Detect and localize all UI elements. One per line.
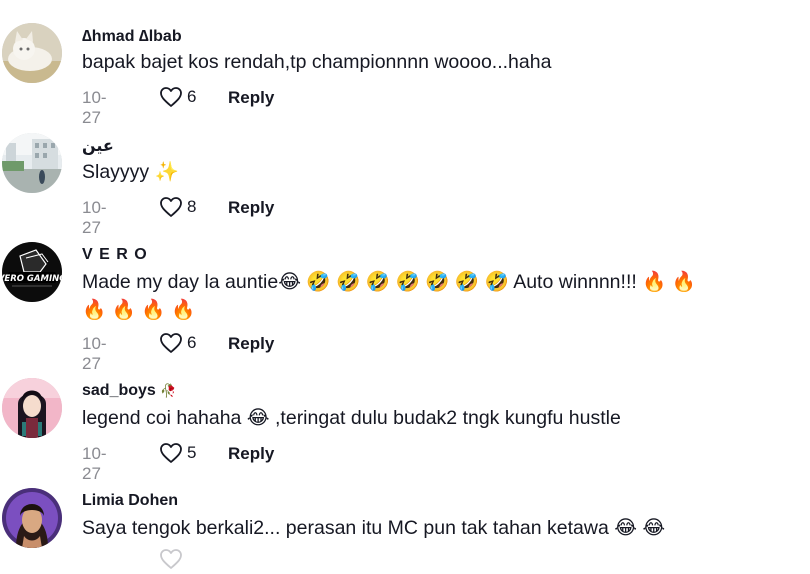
comment-date: 10-27 <box>82 334 107 373</box>
username-text[interactable]: عين <box>82 138 114 155</box>
heart-icon[interactable] <box>159 86 183 108</box>
heart-icon[interactable] <box>159 332 183 354</box>
white-cat-avatar-icon <box>2 23 62 83</box>
reply-button[interactable]: Reply <box>228 334 274 354</box>
avatar-logo-text: VERO GAMING <box>2 274 62 284</box>
avatar[interactable] <box>2 378 62 438</box>
comment-date: 10-27 <box>82 88 107 127</box>
reply-button[interactable]: Reply <box>228 198 274 218</box>
comment-text: Saya tengok berkali2... perasan itu MC p… <box>82 517 666 539</box>
like-count: 8 <box>187 197 197 216</box>
anime-character-avatar-icon <box>2 378 62 438</box>
like-count: 6 <box>187 87 197 106</box>
avatar[interactable] <box>2 488 62 548</box>
heart-icon[interactable] <box>159 548 183 570</box>
comment-text: bapak bajet kos rendah,tp championnnn wo… <box>82 51 552 73</box>
username-text[interactable]: V E R O <box>82 246 148 263</box>
like-count: 6 <box>187 333 197 352</box>
username-text[interactable]: ∆hmad ∆lbab <box>82 28 182 45</box>
username[interactable]: ∆hmad ∆lbab <box>82 28 182 46</box>
username-text[interactable]: sad_boys <box>82 382 156 399</box>
avatar[interactable] <box>2 23 62 83</box>
comment-text: legend coi hahaha 😂 ,teringat dulu budak… <box>82 407 621 429</box>
vero-gaming-logo-avatar-icon: VERO GAMING <box>2 242 62 302</box>
comment-date: 10-27 <box>82 444 107 483</box>
portrait-avatar-icon <box>2 488 62 548</box>
comment-text-continued: 🔥 🔥 🔥 🔥 <box>82 299 196 321</box>
username[interactable]: sad_boys 🥀 <box>82 382 176 400</box>
comment-text: Slayyyy ✨ <box>82 161 179 183</box>
comment-date: 10-27 <box>82 198 107 237</box>
reply-button[interactable]: Reply <box>228 88 274 108</box>
comment-text: Made my day la auntie😂 🤣 🤣 🤣 🤣 🤣 🤣 🤣 Aut… <box>82 271 697 293</box>
username[interactable]: Limia Dohen <box>82 492 178 510</box>
reply-button[interactable]: Reply <box>228 444 274 464</box>
username[interactable]: عين <box>82 136 114 156</box>
username-text[interactable]: Limia Dohen <box>82 492 178 509</box>
avatar[interactable]: VERO GAMING <box>2 242 62 302</box>
heart-icon[interactable] <box>159 196 183 218</box>
avatar[interactable] <box>2 133 62 193</box>
rose-emoji-badge: 🥀 <box>160 383 177 398</box>
like-count: 5 <box>187 443 197 462</box>
heart-icon[interactable] <box>159 442 183 464</box>
username[interactable]: V E R O <box>82 246 148 264</box>
street-photo-avatar-icon <box>2 133 62 193</box>
